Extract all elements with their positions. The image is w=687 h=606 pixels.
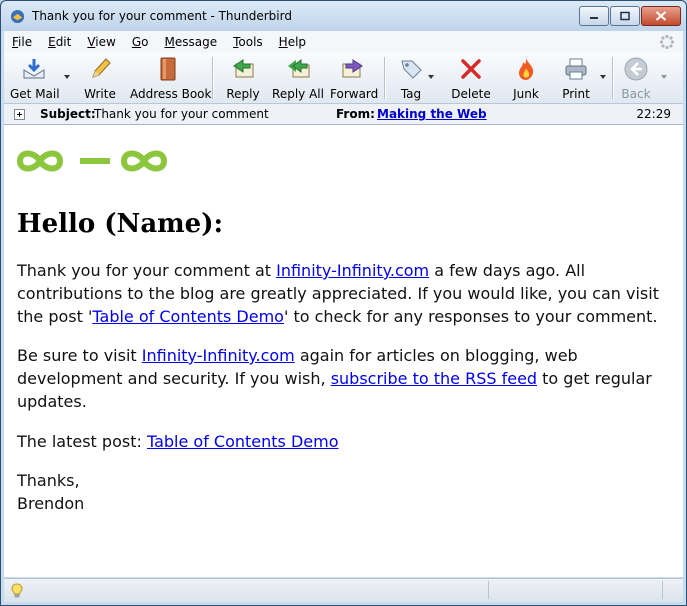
menu-bar: File Edit View Go Message Tools Help (4, 31, 683, 53)
menu-message[interactable]: Message (156, 35, 225, 49)
tag-dropdown-arrow[interactable] (428, 75, 434, 79)
latest-post-link[interactable]: Table of Contents Demo (147, 432, 339, 451)
minimize-icon (590, 17, 598, 19)
get-mail-icon (23, 59, 45, 79)
delete-icon (461, 59, 481, 79)
status-bar (4, 578, 683, 602)
message-paragraph-1: Thank you for your comment at Infinity-I… (17, 261, 659, 326)
message-time: 22:29 (636, 107, 671, 121)
pencil-icon (92, 58, 111, 78)
get-mail-dropdown-arrow[interactable] (64, 75, 70, 79)
print-dropdown-arrow[interactable] (600, 75, 606, 79)
close-button[interactable] (641, 6, 681, 26)
junk-flame-icon (519, 58, 534, 80)
subject-label: Subject: (40, 107, 96, 121)
lightbulb-icon (11, 583, 23, 598)
infinity-site-link[interactable]: Infinity-Infinity.com (142, 346, 295, 365)
signature: Thanks, Brendon (17, 469, 667, 515)
forward-button[interactable]: Forward (330, 56, 378, 101)
status-panel (488, 581, 489, 599)
address-book-icon (160, 57, 176, 81)
message-header: Subject: Thank you for your comment From… (4, 104, 683, 125)
main-toolbar: Get Mail Write Address Book Reply Reply … (4, 53, 683, 104)
toolbar-separator (212, 57, 214, 99)
tag-icon (401, 60, 422, 79)
menu-view[interactable]: View (79, 35, 123, 49)
menu-go[interactable]: Go (124, 35, 157, 49)
signature-name: Brendon (17, 494, 85, 513)
get-mail-button[interactable]: Get Mail (10, 56, 60, 101)
close-icon (655, 11, 667, 21)
maximize-icon (620, 11, 630, 21)
write-button[interactable]: Write (80, 56, 120, 101)
latest-post-line: The latest post: Table of Contents Demo (17, 432, 339, 451)
title-bar[interactable]: Thank you for your comment - Thunderbird (1, 1, 686, 31)
status-panel (662, 581, 663, 599)
message-paragraph-2: Be sure to visit Infinity-Infinity.com a… (17, 346, 652, 411)
from-sender-link[interactable]: Making the Web (377, 107, 487, 121)
message-body: Hello (Name): Thank you for your comment… (4, 125, 683, 577)
thunderbird-window: Thank you for your comment - Thunderbird… (0, 0, 687, 606)
rss-feed-link[interactable]: subscribe to the RSS feed (331, 369, 537, 388)
junk-button[interactable]: Junk (508, 56, 544, 101)
minimize-button[interactable] (579, 6, 609, 26)
toc-demo-link[interactable]: Table of Contents Demo (92, 307, 284, 326)
toolbar-separator (384, 57, 386, 99)
window-controls (578, 6, 681, 26)
reply-icon (233, 59, 254, 78)
tag-button[interactable]: Tag (394, 56, 428, 101)
printer-icon (565, 58, 587, 80)
menu-file[interactable]: File (4, 35, 40, 49)
menu-help[interactable]: Help (271, 35, 314, 49)
maximize-button[interactable] (610, 6, 640, 26)
infinity-site-link[interactable]: Infinity-Infinity.com (276, 261, 429, 280)
back-dropdown-arrow[interactable] (661, 75, 667, 79)
menu-tools[interactable]: Tools (225, 35, 271, 49)
menu-edit[interactable]: Edit (40, 35, 79, 49)
subject-value: Thank you for your comment (94, 107, 269, 121)
reply-all-icon (288, 59, 310, 78)
from-label: From: (336, 107, 375, 121)
back-arrow-icon (624, 57, 648, 81)
signoff: Thanks, (17, 471, 80, 490)
expand-header-toggle[interactable] (14, 109, 25, 120)
print-button[interactable]: Print (558, 56, 594, 101)
greeting-heading: Hello (Name): (17, 209, 224, 239)
window-title: Thank you for your comment - Thunderbird (32, 9, 292, 23)
activity-throbber-icon (659, 34, 675, 50)
forward-icon (342, 59, 363, 78)
back-button[interactable]: Back (618, 56, 654, 101)
thunderbird-icon (10, 9, 25, 24)
delete-button[interactable]: Delete (450, 56, 492, 101)
infinity-logo-icon (16, 150, 168, 172)
address-book-button[interactable]: Address Book (130, 56, 211, 101)
reply-all-button[interactable]: Reply All (272, 56, 324, 101)
reply-button[interactable]: Reply (222, 56, 264, 101)
toolbar-separator (612, 57, 614, 99)
